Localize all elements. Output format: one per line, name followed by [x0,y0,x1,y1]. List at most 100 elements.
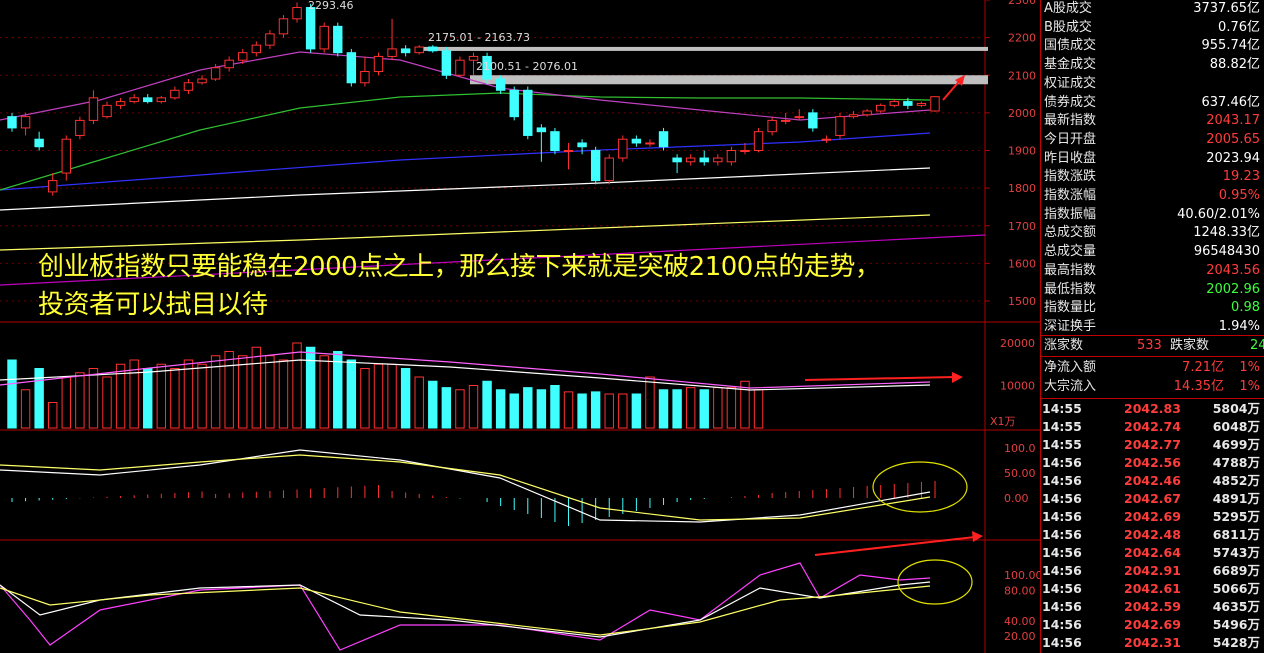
volume-bar [563,391,574,429]
stat-label: 最高指数 [1044,262,1097,278]
price-axis-label: 2300 [1008,0,1036,7]
stat-label: 指数量比 [1044,300,1097,316]
tick-time: 14:56 [1042,455,1082,470]
stat-label: 昨日收盘 [1044,150,1097,166]
stat-label: 深证换手 [1044,318,1097,334]
tick-time: 14:56 [1042,527,1082,542]
volume-bar [414,376,424,429]
ma-line-10 [0,51,931,121]
stat-row: 国债成交 955.74亿 [1040,37,1264,55]
volume-bar [265,355,275,429]
range-annotation: 2100.51 - 2076.01 [476,60,578,73]
resistance-band [420,46,988,51]
volume-bar [604,393,614,429]
volume-bar [590,391,601,429]
candle-body [20,116,31,129]
caption-line-1: 创业板指数只要能稳在2000点之上，那么接下来就是突破2100点的走势， [38,252,881,282]
volume-bar [88,368,99,429]
highlight-circle [872,461,968,513]
tick-row: 14:56 2042.69 5295万 [1040,508,1264,526]
resistance-band [470,75,988,85]
candle-body [210,67,221,80]
volume-ma [0,351,931,389]
tick-row: 14:56 2042.46 4852万 [1040,472,1264,490]
stat-value: 0.98 [1231,300,1260,316]
price-axis-label: 2000 [1008,107,1036,120]
volume-bar [713,387,723,429]
candle-body [862,110,872,116]
stat-row: 今日开盘 2005.65 [1040,131,1264,149]
tick-price: 2042.91 [1124,563,1181,578]
tick-row: 14:55 2042.74 6048万 [1040,418,1264,436]
tick-price: 2042.67 [1124,491,1181,506]
stat-row: 总成交量 96548430 [1040,243,1264,261]
candle-body [604,157,614,182]
macd-dif [0,449,931,523]
volume-bar [170,368,180,429]
kdj-axis-label: 20.00 [1004,630,1036,643]
divider [1040,398,1264,399]
tick-price: 2042.77 [1124,437,1181,452]
candle-body [780,119,791,122]
tick-price: 2042.83 [1124,401,1181,416]
candle-body [753,131,764,151]
stat-label: 今日开盘 [1044,131,1097,147]
tick-price: 2042.48 [1124,527,1181,542]
candle-body [333,25,343,54]
candle-body [414,46,424,54]
price-axis-label: 1600 [1008,257,1036,270]
flow-label: 大宗流入 [1044,379,1097,394]
candle-body [685,157,696,163]
candle-body [183,82,194,91]
candle-body [61,138,72,174]
candle-body [143,97,153,103]
divider [1040,356,1264,357]
volume-ma [0,359,931,391]
tick-time: 14:55 [1042,419,1082,434]
candle-body [400,48,411,54]
stat-row: A股成交 3737.65亿 [1040,0,1264,18]
tick-price: 2042.69 [1124,617,1181,632]
stat-row: 债券成交 637.46亿 [1040,94,1264,112]
volume-bar [428,380,438,429]
stat-row: 总成交额 1248.33亿 [1040,224,1264,242]
stat-row: 指数涨跌 19.23 [1040,168,1264,186]
candle-body [115,101,126,106]
candle-body [197,78,207,84]
stat-row: 最新指数 2043.17 [1040,112,1264,130]
ma-line-30 [0,132,931,191]
volume-bar [373,363,384,429]
kline-chart[interactable]: 2300 2200 2100 2000 1900 1800 1700 1600 1500 2293… [0,0,1040,653]
stat-row: 指数涨幅 0.95% [1040,187,1264,205]
stat-label: 基金成交 [1044,57,1097,73]
stat-row: B股成交 0.76亿 [1040,19,1264,37]
tick-time: 14:56 [1042,491,1082,506]
stat-value: 40.60/2.01% [1177,206,1260,222]
tick-price: 2042.64 [1124,545,1181,560]
candle-body [536,127,547,133]
volume-bar [292,342,302,429]
price-axis-label: 1800 [1008,182,1036,195]
volume-unit-label: X1万 [990,415,1016,428]
stat-label: 权证成交 [1044,75,1097,91]
volume-axis-label: 10000 [1000,380,1035,393]
stat-value: 0.95% [1218,188,1260,203]
tick-time: 14:56 [1042,581,1082,596]
stat-row: 基金成交 88.82亿 [1040,56,1264,74]
stat-value: 2005.65 [1206,131,1260,147]
candle-body [699,157,709,163]
candle-body [265,33,275,46]
tick-time: 14:56 [1042,635,1082,650]
volume-bar [495,389,506,429]
candle-body [34,138,44,148]
volume-bar [305,346,316,429]
stat-label: 债券成交 [1044,94,1097,110]
macd-axis-label: 50.00 [1004,467,1036,480]
tick-price: 2042.46 [1124,473,1181,488]
candle-body [48,180,58,193]
divider [1040,335,1264,336]
breadth-down-label: 跌家数 [1170,338,1210,353]
tick-volume: 4635万 [1212,599,1260,614]
tick-volume: 4699万 [1212,437,1260,452]
candle-body [7,116,17,129]
